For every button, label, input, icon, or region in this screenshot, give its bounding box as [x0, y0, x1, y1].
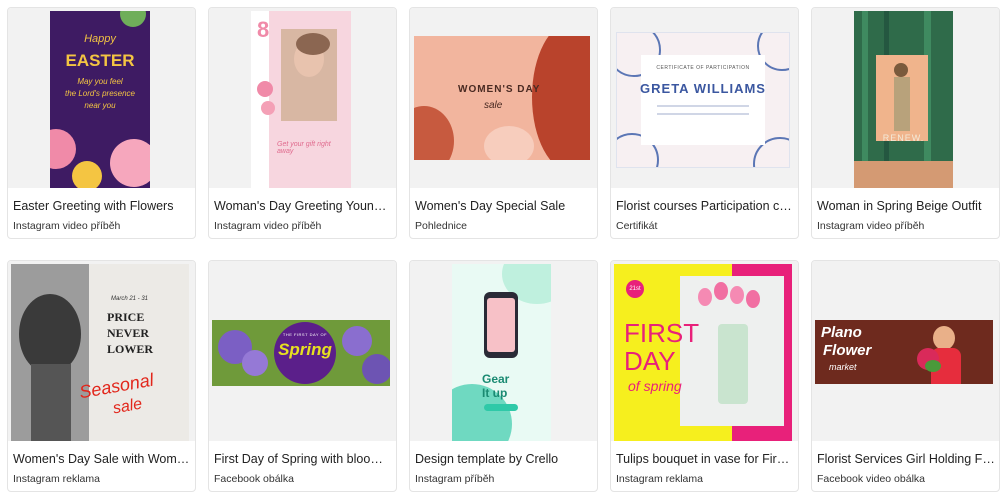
- postcard-sub: sale: [484, 100, 503, 111]
- template-type: Certifikát: [616, 220, 658, 232]
- template-title[interactable]: Women's Day Sale with Woman in Earrings: [13, 452, 191, 466]
- template-title[interactable]: Easter Greeting with Flowers: [13, 199, 191, 213]
- template-card-florist-services-girl[interactable]: Plano Flower market Florist Services Gir…: [811, 260, 1000, 492]
- womans-day-story-preview: 8 Get your gift right away: [251, 11, 351, 188]
- template-card-easter-greeting[interactable]: Happy EASTER May you feel the Lord's pre…: [7, 7, 196, 239]
- template-card-tulips-first-day[interactable]: 21st FIRST DAY of spring Tulips bouquet …: [610, 260, 799, 492]
- easter-line: EASTER: [65, 51, 135, 70]
- template-title[interactable]: Woman's Day Greeting Young Woman...: [214, 199, 392, 213]
- template-title[interactable]: First Day of Spring with blooming flower…: [214, 452, 392, 466]
- ad-date: March 21 - 31: [111, 296, 149, 302]
- certificate-preview: CERTIFICATE OF PARTICIPATION GRETA WILLI…: [616, 32, 790, 168]
- certificate-name: GRETA WILLIAMS: [640, 81, 766, 96]
- template-card-womens-day-sale[interactable]: WOMEN'S DAY sale Women's Day Special Sal…: [409, 7, 598, 239]
- tulips-script: of spring: [628, 378, 682, 394]
- easter-line: Happy: [84, 33, 116, 45]
- template-card-spring-beige-outfit[interactable]: RENEW. Woman in Spring Beige Outfit Inst…: [811, 7, 1000, 239]
- template-title[interactable]: Florist Services Girl Holding Flowers: [817, 452, 995, 466]
- gear-line: Gear: [482, 372, 510, 386]
- womens-day-postcard-preview: WOMEN'S DAY sale: [414, 36, 590, 160]
- template-title[interactable]: Design template by Crello: [415, 452, 593, 466]
- template-thumbnail[interactable]: THE FIRST DAY OF Spring: [209, 261, 396, 441]
- template-type: Pohlednice: [415, 220, 467, 232]
- outfit-word: RENEW.: [882, 133, 925, 143]
- ad-line: PRICE: [107, 310, 145, 324]
- tulips-line: FIRST: [624, 318, 700, 348]
- template-thumbnail[interactable]: 8 Get your gift right away: [209, 8, 396, 188]
- template-type: Instagram video příběh: [13, 220, 121, 232]
- spring-cover-preview: THE FIRST DAY OF Spring: [212, 320, 390, 386]
- gear-it-up-story-preview: Gear It up: [452, 264, 551, 441]
- certificate-caption: CERTIFICATE OF PARTICIPATION: [656, 65, 750, 71]
- tulips-badge: 21st: [629, 286, 641, 292]
- template-title[interactable]: Florist courses Participation certificat…: [616, 199, 794, 213]
- easter-line: near you: [84, 101, 116, 110]
- womans-day-number: 8: [257, 17, 270, 42]
- ad-script: sale: [111, 395, 144, 418]
- template-thumbnail[interactable]: Plano Flower market: [812, 261, 999, 441]
- template-grid: Happy EASTER May you feel the Lord's pre…: [0, 0, 1000, 492]
- template-thumbnail[interactable]: Happy EASTER May you feel the Lord's pre…: [8, 8, 195, 188]
- template-card-florist-certificate[interactable]: CERTIFICATE OF PARTICIPATION GRETA WILLI…: [610, 7, 799, 239]
- template-type: Instagram reklama: [13, 473, 100, 485]
- template-thumbnail[interactable]: March 21 - 31 PRICE NEVER LOWER Seasonal…: [8, 261, 195, 441]
- easter-line: May you feel: [77, 77, 123, 86]
- template-thumbnail[interactable]: 21st FIRST DAY of spring: [611, 261, 798, 441]
- gear-line: It up: [482, 386, 508, 400]
- tulips-line: DAY: [624, 346, 676, 376]
- price-never-lower-ad-preview: March 21 - 31 PRICE NEVER LOWER Seasonal…: [11, 264, 189, 441]
- ad-line: LOWER: [107, 342, 154, 356]
- template-title[interactable]: Women's Day Special Sale: [415, 199, 593, 213]
- postcard-headline: WOMEN'S DAY: [458, 84, 541, 95]
- market-line: market: [829, 362, 857, 372]
- template-type: Instagram video příběh: [817, 220, 925, 232]
- template-thumbnail[interactable]: RENEW.: [812, 8, 999, 188]
- template-thumbnail[interactable]: Gear It up: [410, 261, 597, 441]
- template-thumbnail[interactable]: WOMEN'S DAY sale: [410, 8, 597, 188]
- ad-script: Seasonal: [77, 369, 156, 403]
- cover-top-text: THE FIRST DAY OF: [282, 332, 328, 337]
- ad-line: NEVER: [107, 326, 150, 340]
- template-type: Facebook video obálka: [817, 473, 925, 485]
- market-line: Plano: [821, 324, 862, 341]
- template-card-first-day-spring-cover[interactable]: THE FIRST DAY OF Spring First Day of Spr…: [208, 260, 397, 492]
- template-card-womans-day-greeting[interactable]: 8 Get your gift right away Woman's Day G…: [208, 7, 397, 239]
- template-type: Facebook obálka: [214, 473, 294, 485]
- tulips-ad-preview: 21st FIRST DAY of spring: [614, 264, 792, 441]
- cover-word: Spring: [278, 340, 332, 359]
- womans-day-gift-text: Get your gift right away: [277, 141, 331, 155]
- template-card-crello-design[interactable]: Gear It up Design template by Crello Ins…: [409, 260, 598, 492]
- spring-outfit-story-preview: RENEW.: [854, 11, 953, 188]
- template-type: Instagram video příběh: [214, 220, 322, 232]
- template-card-womens-day-sale-earrings[interactable]: March 21 - 31 PRICE NEVER LOWER Seasonal…: [7, 260, 196, 492]
- flower-market-cover-preview: Plano Flower market: [815, 320, 993, 384]
- easter-line: the Lord's presence: [64, 89, 135, 98]
- template-title[interactable]: Tulips bouquet in vase for First Day of …: [616, 452, 794, 466]
- template-title[interactable]: Woman in Spring Beige Outfit: [817, 199, 995, 213]
- market-line: Flower: [823, 342, 872, 359]
- template-type: Instagram reklama: [616, 473, 703, 485]
- template-thumbnail[interactable]: CERTIFICATE OF PARTICIPATION GRETA WILLI…: [611, 8, 798, 188]
- template-type: Instagram příběh: [415, 473, 495, 485]
- easter-story-preview: Happy EASTER May you feel the Lord's pre…: [50, 11, 150, 188]
